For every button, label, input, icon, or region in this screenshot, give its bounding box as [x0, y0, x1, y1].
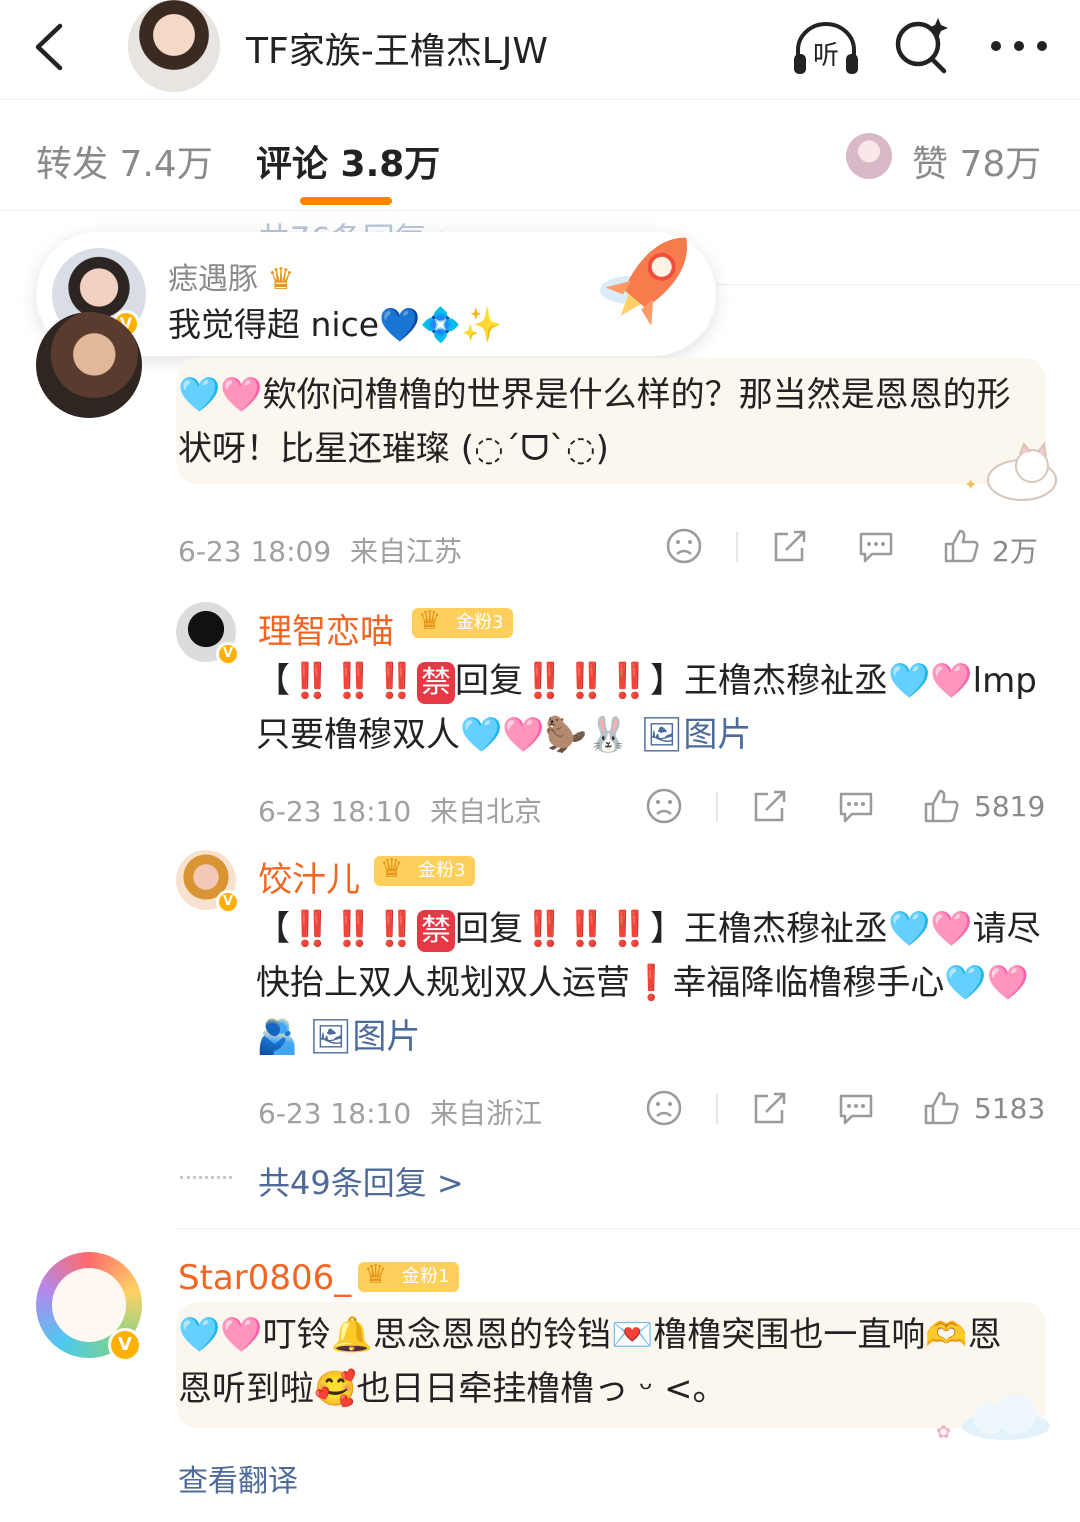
location-text: 来自北京	[430, 795, 543, 828]
translate-link[interactable]: 查看翻译	[178, 1456, 298, 1500]
crown-icon: ♛	[418, 606, 442, 636]
verified-badge-icon: V	[108, 1328, 142, 1362]
time-text: 6-23 18:10	[258, 795, 412, 828]
divider	[716, 284, 1080, 285]
top-bar: TF家族-王橹杰LJW 听	[0, 0, 1080, 100]
verified-badge-icon: V	[216, 890, 240, 914]
reply-text: 【‼️‼️‼️ 禁回复‼️‼️‼️】王橹杰穆祉丞🩵🩷请尽快抬上双人规划双人运营❗幸…	[256, 902, 1046, 1064]
comment-icon[interactable]	[836, 1088, 876, 1128]
divider	[176, 1228, 1080, 1229]
more-options-icon[interactable]	[988, 36, 1050, 56]
popup-text: 我觉得超 nice💙💠✨	[168, 305, 503, 344]
verified-badge-icon: V	[216, 642, 240, 666]
like-thumb-icon[interactable]	[922, 786, 962, 826]
like-thumb-icon[interactable]	[922, 1088, 962, 1128]
reply-time: 6-23 18:10 来自北京	[258, 790, 542, 830]
time-text: 6-23 18:10	[258, 1097, 412, 1130]
tab-bar: 转发 7.4万 评论 3.8万 赞 78万	[0, 101, 1080, 211]
commenter-username[interactable]: Star0806_	[178, 1258, 351, 1298]
fan-badge: ♛ 金粉3	[374, 854, 476, 886]
share-icon[interactable]	[750, 1088, 790, 1128]
tab-repost[interactable]: 转发 7.4万	[36, 135, 213, 187]
comment-text: 🩵🩷欸你问橹橹的世界是什么样的？那当然是恩恩的形状呀！比星还璀璨 (◌´ᗜ`◌)	[178, 375, 1011, 469]
cloud-sticker-icon: ✿	[936, 1394, 1050, 1443]
crown-icon: ♛	[267, 262, 295, 297]
reply-username[interactable]: 饺汁儿	[258, 852, 360, 901]
like-count: 5183	[974, 1092, 1046, 1125]
reply-text-mid: 回复	[455, 909, 524, 949]
crown-icon: ♛	[364, 1260, 388, 1290]
active-tab-indicator	[300, 197, 392, 205]
badge-label: 金粉3	[456, 612, 504, 633]
ban-badge: 禁	[417, 910, 456, 952]
search-icon[interactable]	[892, 14, 952, 76]
image-link[interactable]: 🖼图片	[309, 1017, 420, 1057]
image-link[interactable]: 🖼图片	[640, 715, 751, 755]
separator	[716, 792, 718, 822]
headphone-listen-icon[interactable]: 听	[790, 18, 862, 78]
dislike-icon[interactable]	[644, 1088, 684, 1128]
reply-text-pre: 【‼️‼️‼️	[256, 909, 418, 949]
svg-text:✿: ✿	[936, 1422, 951, 1443]
share-icon[interactable]	[750, 786, 790, 826]
like-count: 5819	[974, 790, 1046, 823]
comment-time: 6-23 18:09 来自江苏	[178, 530, 462, 570]
dislike-icon[interactable]	[644, 786, 684, 826]
reply-text-pre: 【‼️‼️‼️	[256, 661, 418, 701]
tab-like[interactable]: 赞 78万	[912, 135, 1041, 187]
fan-badge: ♛ 金粉1	[358, 1260, 460, 1292]
dislike-icon[interactable]	[664, 526, 704, 566]
reply-time: 6-23 18:10 来自浙江	[258, 1092, 542, 1132]
crown-icon: ♛	[380, 854, 404, 884]
location-text: 来自浙江	[430, 1097, 543, 1130]
badge-label: 金粉1	[402, 1266, 450, 1287]
reply-username[interactable]: 理智恋喵	[258, 604, 394, 653]
liker-avatar	[846, 133, 892, 179]
rocket-icon	[600, 237, 688, 326]
time-text: 6-23 18:09	[178, 535, 332, 568]
reply-text-mid: 回复	[455, 661, 524, 701]
author-avatar[interactable]	[128, 0, 220, 92]
reply-text: 【‼️‼️‼️ 禁回复‼️‼️‼️】王橹杰穆祉丞🩵🩷lmp只要橹穆双人🩵🩷🦫🐰 🖼…	[256, 654, 1046, 762]
ban-badge: 禁	[417, 662, 456, 704]
back-arrow-icon[interactable]	[26, 20, 72, 74]
badge-label: 金粉3	[418, 860, 466, 881]
comment-text: 🩵🩷叮铃🔔思念恩恩的铃铛💌橹橹突围也一直响🫶恩恩听到啦🥰也日日牵挂橹橹っ ᵕ <…	[178, 1315, 1002, 1409]
popup-username: 痣遇豚 ♛	[168, 254, 294, 298]
popup-name-text: 痣遇豚	[168, 262, 258, 297]
commenter-avatar[interactable]	[36, 312, 142, 418]
listen-label: 听	[813, 41, 839, 71]
tab-comment[interactable]: 评论 3.8万	[256, 135, 440, 187]
like-thumb-icon[interactable]	[942, 526, 982, 566]
share-icon[interactable]	[770, 526, 810, 566]
comment-icon[interactable]	[856, 526, 896, 566]
comment-icon[interactable]	[836, 786, 876, 826]
page-title: TF家族-王橹杰LJW	[246, 31, 548, 72]
dotted-line	[180, 1176, 232, 1179]
svg-text:✦: ✦	[964, 475, 977, 494]
more-replies-link[interactable]: 共49条回复 >	[258, 1158, 464, 1204]
cat-sticker-icon: ✦	[964, 441, 1057, 501]
location-text: 来自江苏	[350, 535, 463, 568]
separator	[716, 1094, 718, 1124]
like-count: 2万	[992, 535, 1038, 568]
fan-badge: ♛ 金粉3	[412, 606, 514, 638]
separator	[736, 532, 738, 562]
